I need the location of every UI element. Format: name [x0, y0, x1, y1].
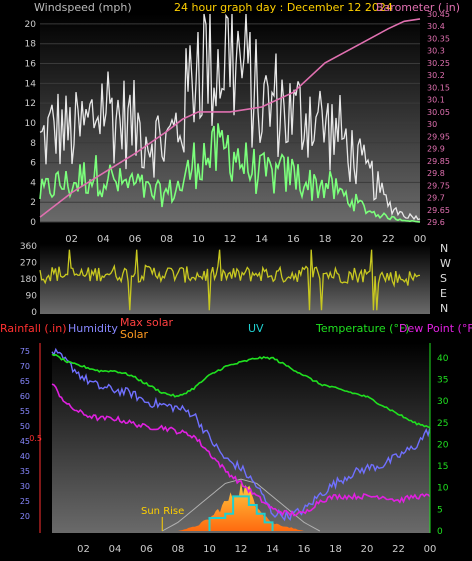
humidity-tick-label: 30 — [20, 482, 30, 491]
direction-tick-label: 90 — [26, 292, 38, 302]
direction-tick-label: 270 — [20, 259, 37, 269]
temperature-tick-label: 40 — [437, 354, 449, 364]
hour-tick-label: 20 — [350, 234, 363, 245]
humidity-label: Humidity — [68, 322, 118, 335]
hour-tick-label: 20 — [361, 544, 374, 555]
baro-tick-label: 30.05 — [427, 108, 450, 117]
baro-tick-label: 30.35 — [427, 34, 450, 43]
wind-tick-label: 20 — [25, 20, 37, 30]
temperature-tick-label: 5 — [437, 505, 443, 515]
wind-tick-label: 8 — [30, 139, 36, 149]
compass-n-top: N — [440, 242, 449, 255]
baro-tick-label: 29.7 — [427, 194, 445, 203]
humidity-tick-label: 70 — [20, 362, 30, 371]
humidity-tick-label: 50 — [20, 422, 30, 431]
weather-graph: 0246810121416182029.629.6529.729.7529.82… — [20, 10, 450, 555]
baro-tick-label: 29.65 — [427, 206, 450, 215]
wind-tick-label: 10 — [25, 119, 37, 129]
baro-tick-label: 30.1 — [427, 96, 445, 105]
wind-tick-label: 12 — [25, 99, 36, 109]
graph-title: 24 hour graph day : December 12 2024 — [174, 1, 393, 14]
compass-e: E — [440, 287, 447, 300]
humidity-tick-label: 55 — [20, 407, 30, 416]
hour-tick-label: 06 — [129, 234, 142, 245]
baro-tick-label: 29.9 — [427, 145, 445, 154]
baro-tick-label: 30.25 — [427, 59, 450, 68]
baro-tick-label: 30.2 — [427, 71, 445, 80]
temperature-tick-label: 35 — [437, 376, 448, 386]
hour-tick-label: 04 — [109, 544, 122, 555]
hour-tick-label: 14 — [266, 544, 279, 555]
wind-tick-label: 0 — [30, 218, 36, 228]
baro-axis-title: Barometer (.in) — [376, 1, 460, 14]
baro-tick-label: 30 — [427, 120, 437, 129]
baro-tick-label: 29.85 — [427, 157, 450, 166]
humidity-tick-label: 75 — [20, 347, 30, 356]
direction-tick-label: 360 — [20, 242, 37, 252]
hour-tick-label: 06 — [140, 544, 153, 555]
rainfall-label: Rainfall (.in) — [0, 322, 67, 335]
hour-tick-label: 18 — [329, 544, 342, 555]
temperature-tick-label: 25 — [437, 419, 448, 429]
wind-tick-label: 16 — [25, 60, 37, 70]
wind-tick-label: 6 — [30, 159, 36, 169]
baro-tick-label: 29.95 — [427, 132, 450, 141]
humidity-tick-label: 20 — [20, 512, 30, 521]
humidity-tick-label: 65 — [20, 377, 30, 386]
sunrise-label: Sun Rise — [141, 506, 185, 517]
hour-tick-label: 12 — [235, 544, 248, 555]
hour-tick-label: 14 — [255, 234, 268, 245]
hour-tick-label: 16 — [287, 234, 300, 245]
hour-tick-label: 04 — [97, 234, 110, 245]
temperature-label: Temperature (°F) — [316, 322, 410, 335]
hour-tick-label: 10 — [203, 544, 216, 555]
wind-tick-label: 4 — [30, 178, 36, 188]
hour-tick-label: 22 — [382, 234, 395, 245]
hour-tick-label: 08 — [172, 544, 185, 555]
baro-tick-label: 30.4 — [427, 22, 445, 31]
hour-tick-label: 08 — [160, 234, 173, 245]
wind-tick-label: 2 — [30, 198, 36, 208]
baro-tick-label: 29.8 — [427, 169, 445, 178]
hour-tick-label: 02 — [65, 234, 78, 245]
temperature-tick-label: 20 — [437, 440, 449, 450]
hour-tick-label: 02 — [77, 544, 90, 555]
wind-tick-label: 14 — [25, 79, 37, 89]
wind-axis-title: Windspeed (mph) — [34, 1, 132, 14]
humidity-tick-label: 35 — [20, 467, 30, 476]
direction-tick-label: 180 — [20, 275, 37, 285]
hour-tick-label: 12 — [224, 234, 237, 245]
hour-tick-label: 00 — [414, 234, 427, 245]
compass-w: W — [440, 257, 451, 270]
wind-tick-label: 18 — [25, 40, 37, 50]
humidity-tick-label: 25 — [20, 497, 30, 506]
temperature-tick-label: 0 — [437, 527, 443, 537]
humidity-tick-label: 60 — [20, 392, 30, 401]
temperature-tick-label: 10 — [437, 484, 449, 494]
uv-label: UV — [248, 322, 264, 335]
temperature-tick-label: 15 — [437, 462, 448, 472]
hour-tick-label: 16 — [298, 544, 311, 555]
compass-s: S — [440, 272, 447, 285]
baro-tick-label: 29.75 — [427, 181, 450, 190]
hour-tick-label: 10 — [192, 234, 205, 245]
baro-tick-label: 30.15 — [427, 83, 450, 92]
hour-tick-label: 18 — [319, 234, 332, 245]
temperature-tick-label: 30 — [437, 397, 449, 407]
direction-tick-label: 0 — [31, 308, 37, 318]
hour-tick-label: 00 — [424, 544, 437, 555]
baro-tick-label: 30.3 — [427, 47, 445, 56]
dew-point-label: Dew Point (°F) — [399, 322, 472, 335]
hour-tick-label: 22 — [392, 544, 405, 555]
humidity-tick-label: 40 — [20, 452, 30, 461]
baro-tick-label: 29.6 — [427, 218, 445, 227]
solar-label: Solar — [120, 328, 149, 341]
compass-n-bottom: N — [440, 302, 449, 315]
